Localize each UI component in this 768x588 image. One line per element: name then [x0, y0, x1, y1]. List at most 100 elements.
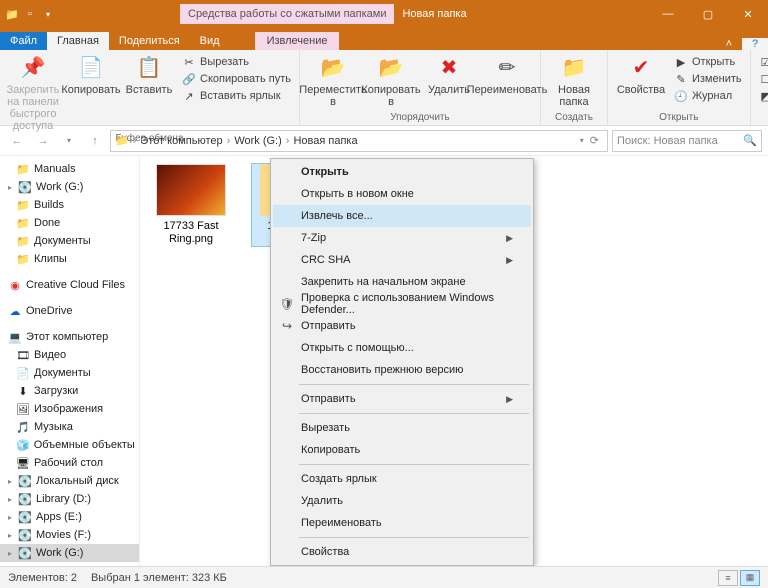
rename-button[interactable]: ✏Переименовать — [480, 52, 534, 96]
tree-item-creative-cloud[interactable]: ◉Creative Cloud Files — [0, 276, 139, 294]
icons-view-button[interactable]: ▦ — [740, 570, 760, 586]
label: Отправить — [301, 320, 356, 332]
cut-button[interactable]: ✂Вырезать — [180, 54, 293, 70]
menu-cut[interactable]: Вырезать — [273, 417, 531, 439]
close-button[interactable]: ✕ — [728, 0, 768, 28]
tree-item[interactable]: 🧊Объемные объекты — [0, 436, 139, 454]
breadcrumb-root[interactable]: Этот компьютер — [140, 135, 222, 147]
label: OneDrive — [26, 305, 72, 317]
tree-item-work-selected[interactable]: 💽Work (G:) — [0, 544, 139, 562]
paste-icon: 📋 — [135, 54, 163, 82]
edit-button[interactable]: ✎Изменить — [672, 71, 744, 87]
pin-quick-access-button[interactable]: 📌Закрепить на панели быстрого доступа — [6, 52, 60, 132]
menu-crc-sha[interactable]: CRC SHA▶ — [273, 249, 531, 271]
menu-pin-start[interactable]: Закрепить на начальном экране — [273, 271, 531, 293]
recent-locations-icon[interactable]: ▾ — [58, 130, 80, 152]
label: Скопировать путь — [200, 73, 291, 85]
new-folder-button[interactable]: 📁Новая папка — [547, 52, 601, 108]
menu-extract-all[interactable]: Извлечь все... — [273, 205, 531, 227]
tree-item[interactable]: 🎞Видео — [0, 346, 139, 364]
menu-create-shortcut[interactable]: Создать ярлык — [273, 468, 531, 490]
tree-item-this-pc[interactable]: 💻Этот компьютер — [0, 328, 139, 346]
shield-icon: 🛡 — [279, 297, 295, 311]
tree-item[interactable]: 📁Документы — [0, 232, 139, 250]
menu-delete[interactable]: Удалить — [273, 490, 531, 512]
invert-selection-button[interactable]: ◩Обратить выделение — [757, 88, 768, 104]
tree-item[interactable]: 💽Локальный диск — [0, 472, 139, 490]
tree-item-onedrive[interactable]: ☁OneDrive — [0, 302, 139, 320]
menu-copy[interactable]: Копировать — [273, 439, 531, 461]
maximize-button[interactable]: ▢ — [688, 0, 728, 28]
properties-icon: ✔ — [627, 54, 655, 82]
tab-share[interactable]: Поделиться — [109, 32, 190, 50]
group-label: Выделить — [757, 111, 768, 125]
tree-item[interactable]: 🖼Изображения — [0, 400, 139, 418]
submenu-arrow-icon: ▶ — [506, 394, 513, 405]
paste-button[interactable]: 📋Вставить — [122, 52, 176, 96]
details-view-button[interactable]: ≡ — [718, 570, 738, 586]
menu-share[interactable]: ↪Отправить — [273, 315, 531, 337]
drive-icon: 💽 — [18, 546, 32, 560]
copy-path-button[interactable]: 🔗Скопировать путь — [180, 71, 293, 87]
download-icon: ⬇ — [16, 384, 30, 398]
chevron-right-icon[interactable]: › — [131, 135, 139, 147]
chevron-right-icon[interactable]: › — [225, 135, 233, 147]
refresh-icon[interactable]: ⟳ — [586, 134, 603, 147]
menu-separator — [299, 537, 529, 538]
label: Закрепить на панели быстрого доступа — [6, 84, 60, 132]
back-button[interactable]: ← — [6, 130, 28, 152]
tree-item[interactable]: 💽Work (G:) — [0, 178, 139, 196]
menu-open-new-window[interactable]: Открыть в новом окне — [273, 183, 531, 205]
file-item-image[interactable]: 17733 Fast Ring.png — [148, 164, 234, 246]
submenu-arrow-icon: ▶ — [506, 233, 513, 244]
help-icon[interactable]: ? — [742, 38, 768, 50]
menu-open-with[interactable]: Открыть с помощью... — [273, 337, 531, 359]
breadcrumb-drive[interactable]: Work (G:) — [234, 135, 281, 147]
ribbon-collapse-icon[interactable]: ˄ — [716, 38, 742, 50]
chevron-right-icon[interactable]: › — [284, 135, 292, 147]
breadcrumb-folder[interactable]: Новая папка — [293, 135, 357, 147]
tree-item[interactable]: 💽Movies (F:) — [0, 526, 139, 544]
qat-dropdown-icon[interactable]: ▾ — [40, 6, 56, 22]
paste-shortcut-button[interactable]: ↗Вставить ярлык — [180, 88, 293, 104]
address-dropdown-icon[interactable]: ▾ — [580, 136, 584, 145]
search-input[interactable]: Поиск: Новая папка 🔍 — [612, 130, 762, 152]
navigation-tree[interactable]: 📁Manuals 💽Work (G:) 📁Builds 📁Done 📁Докум… — [0, 156, 140, 566]
tab-file[interactable]: Файл — [0, 32, 47, 50]
menu-open[interactable]: Открыть — [273, 161, 531, 183]
menu-restore-previous[interactable]: Восстановить прежнюю версию — [273, 359, 531, 381]
address-bar[interactable]: 📁 › Этот компьютер › Work (G:) › Новая п… — [110, 130, 608, 152]
history-button[interactable]: 🕘Журнал — [672, 88, 744, 104]
copy-to-button[interactable]: 📂Копировать в — [364, 52, 418, 108]
open-button[interactable]: ▶Открыть — [672, 54, 744, 70]
tree-item[interactable]: 📁Клипы — [0, 250, 139, 268]
qat-item[interactable]: ▫ — [22, 6, 38, 22]
minimize-button[interactable]: ― — [648, 0, 688, 28]
tree-item[interactable]: 📄Документы — [0, 364, 139, 382]
label: Создать ярлык — [301, 473, 377, 485]
menu-rename[interactable]: Переименовать — [273, 512, 531, 534]
tab-extract[interactable]: Извлечение — [255, 32, 340, 50]
select-none-button[interactable]: ☐Снять выделение — [757, 71, 768, 87]
properties-button[interactable]: ✔Свойства — [614, 52, 668, 96]
tab-home[interactable]: Главная — [47, 32, 109, 50]
tree-item[interactable]: 📁Manuals — [0, 160, 139, 178]
menu-properties[interactable]: Свойства — [273, 541, 531, 563]
tree-item[interactable]: 💽Library (D:) — [0, 490, 139, 508]
forward-button[interactable]: → — [32, 130, 54, 152]
up-button[interactable]: ↑ — [84, 130, 106, 152]
copy-button[interactable]: 📄Копировать — [64, 52, 118, 96]
menu-7zip[interactable]: 7-Zip▶ — [273, 227, 531, 249]
tab-view[interactable]: Вид — [190, 32, 230, 50]
menu-send-to[interactable]: Отправить▶ — [273, 388, 531, 410]
tree-item[interactable]: 📁Builds — [0, 196, 139, 214]
tree-item[interactable]: 🎵Музыка — [0, 418, 139, 436]
select-all-button[interactable]: ☑Выделить все — [757, 54, 768, 70]
tree-item[interactable]: 📁Done — [0, 214, 139, 232]
menu-defender[interactable]: 🛡Проверка с использованием Windows Defen… — [273, 293, 531, 315]
tree-item[interactable]: 💽Apps (E:) — [0, 508, 139, 526]
tree-item[interactable]: ⬇Загрузки — [0, 382, 139, 400]
tree-item[interactable]: 🖥Рабочий стол — [0, 454, 139, 472]
folder-icon: 📁 — [16, 216, 30, 230]
move-to-button[interactable]: 📂Переместить в — [306, 52, 360, 108]
